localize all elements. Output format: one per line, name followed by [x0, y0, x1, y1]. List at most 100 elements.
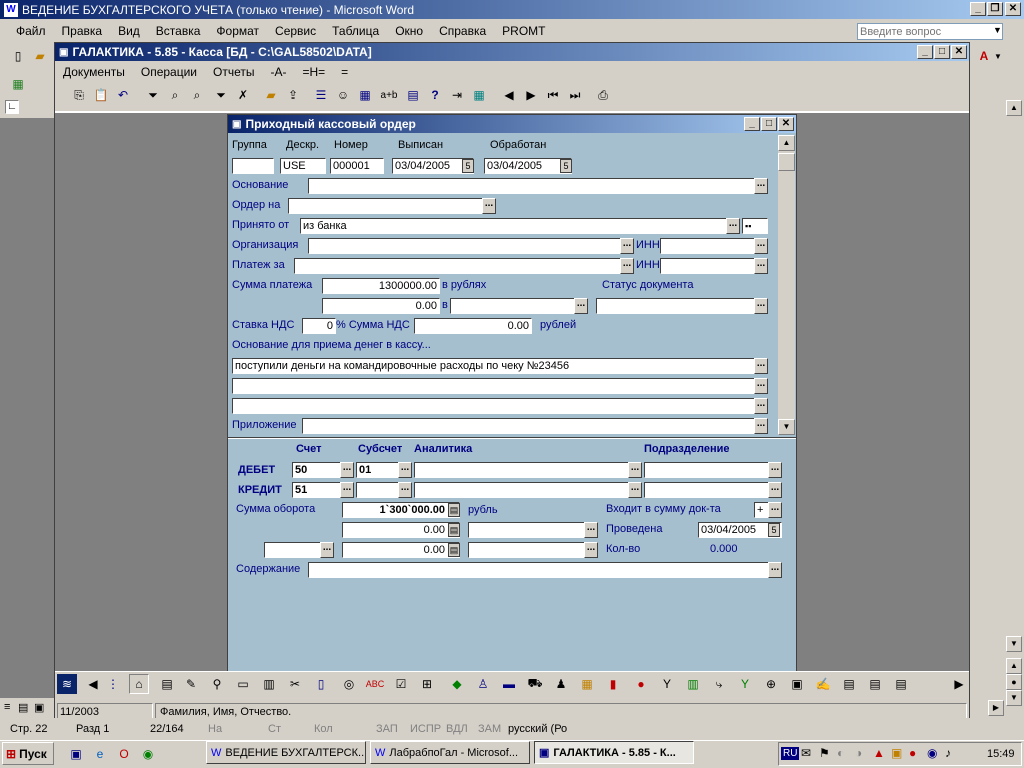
web-view-icon[interactable]: ▤	[18, 701, 28, 714]
menu-window[interactable]: Окно	[387, 24, 431, 38]
first-record-icon[interactable]: ⏮	[543, 85, 563, 105]
order-scroll-down-icon[interactable]: ▼	[778, 419, 795, 435]
org-chart-icon[interactable]: ⊞	[417, 674, 437, 694]
binder-icon[interactable]: ▯	[311, 674, 331, 694]
tray-icon-1[interactable]: ✉	[801, 746, 811, 760]
menu-view[interactable]: Вид	[110, 24, 148, 38]
restore-button[interactable]: ❐	[987, 2, 1003, 16]
scroll-right-icon[interactable]: ▶	[988, 700, 1004, 716]
menu-table[interactable]: Таблица	[324, 24, 387, 38]
menu-promt[interactable]: PROMT	[494, 24, 553, 38]
smile-icon[interactable]: ☺	[333, 85, 353, 105]
menu-a[interactable]: -A-	[262, 65, 294, 79]
vat-rate-field[interactable]: 0	[302, 318, 336, 334]
book-icon[interactable]: ◆	[447, 674, 467, 694]
tray-icon-4[interactable]: ◑	[855, 746, 862, 760]
exit-icon[interactable]: ⇥	[447, 85, 467, 105]
order-scrollbar[interactable]: ▲ ▼	[778, 135, 795, 435]
payment-for-lookup-button[interactable]: ...	[620, 258, 634, 274]
galaktika-restore-button[interactable]: □	[934, 45, 950, 59]
start-button[interactable]: ⊞ Пуск	[2, 742, 54, 765]
find-icon[interactable]: ⌕	[165, 85, 185, 105]
nav-right-icon[interactable]: ▶	[949, 674, 969, 694]
processed-field[interactable]: 03/04/2005	[484, 158, 572, 174]
order-icon[interactable]: ▣	[232, 119, 241, 130]
cash-basis-lookup-3[interactable]: ...	[754, 398, 768, 414]
undo-icon[interactable]: ↶	[113, 85, 133, 105]
organization-lookup-button[interactable]: ...	[620, 238, 634, 254]
inn-lookup-button-2[interactable]: ...	[754, 258, 768, 274]
find-next-icon[interactable]: ⌕	[187, 85, 207, 105]
task-word-lab[interactable]: W ЛабрабпоГал - Microsof...	[370, 741, 530, 764]
close-button[interactable]: ✕	[1005, 2, 1021, 16]
menu-operations[interactable]: Операции	[133, 65, 205, 79]
list-icon[interactable]: ☰	[311, 85, 331, 105]
task-word-main[interactable]: W ВЕДЕНИЕ БУХГАЛТЕРСК...	[206, 741, 366, 764]
attachment-lookup-button[interactable]: ...	[754, 418, 768, 434]
select-browse-icon[interactable]: ●	[1006, 674, 1022, 690]
table-icon[interactable]: ▦	[469, 85, 489, 105]
currency3-field[interactable]	[468, 542, 598, 558]
group-field[interactable]	[232, 158, 274, 174]
home-icon[interactable]: ⌂	[129, 674, 149, 694]
turnover2-calc-icon[interactable]: ▤	[448, 523, 460, 537]
truck-icon[interactable]: ▬	[499, 674, 519, 694]
order-to-field[interactable]	[288, 198, 496, 214]
print-icon[interactable]: ⎙	[593, 85, 613, 105]
form-icon[interactable]: ▭	[233, 674, 253, 694]
help-icon[interactable]: ?	[425, 85, 445, 105]
cash-basis-lookup-2[interactable]: ...	[754, 378, 768, 394]
word-vertical-scrollbar[interactable]: ▲ ▼ ▲ ● ▼	[1004, 98, 1024, 718]
ab-icon[interactable]: a+b	[379, 85, 399, 105]
open-folder-icon[interactable]: ▰	[30, 46, 50, 66]
tray-icon-8[interactable]: ◉	[927, 746, 937, 760]
help-search-input[interactable]	[857, 23, 1003, 40]
currency-field[interactable]	[450, 298, 588, 314]
cashbook-icon[interactable]: ▤	[839, 674, 859, 694]
tree-icon[interactable]: ⋮	[103, 674, 123, 694]
order-restore-button[interactable]: □	[761, 117, 777, 131]
payment-sum-field[interactable]: 1300000.00	[322, 278, 440, 294]
credit-division-lookup[interactable]: ...	[768, 482, 782, 498]
currency-lookup-button[interactable]: ...	[574, 298, 588, 314]
register-icon[interactable]: ▤	[891, 674, 911, 694]
debit-division-field[interactable]	[644, 462, 782, 478]
new-doc-icon[interactable]: ▯	[8, 46, 28, 66]
basis-lookup-button[interactable]: ...	[754, 178, 768, 194]
received-from-field[interactable]: из банка	[300, 218, 740, 234]
payment-sum2-field[interactable]: 0.00	[322, 298, 440, 314]
turnover-calc-icon[interactable]: ▤	[448, 503, 460, 517]
credit-analytics-field[interactable]	[414, 482, 640, 498]
inn-lookup-button-1[interactable]: ...	[754, 238, 768, 254]
ledger-icon[interactable]: ▤	[865, 674, 885, 694]
doc-status-lookup-button[interactable]: ...	[754, 298, 768, 314]
next-record-icon[interactable]: ▶	[521, 85, 541, 105]
font-color-dropdown-icon[interactable]: ▼	[994, 52, 1002, 61]
copy-icon[interactable]: ⎘	[69, 85, 89, 105]
tray-icon-2[interactable]: ⚑	[819, 746, 830, 760]
descr-field[interactable]: USE	[280, 158, 326, 174]
globe-icon[interactable]: ●	[631, 674, 651, 694]
menu-reports[interactable]: Отчеты	[205, 65, 262, 79]
filter-icon[interactable]: ⏷	[143, 85, 163, 105]
credit-division-field[interactable]	[644, 482, 782, 498]
galaktika-close-button[interactable]: ✕	[951, 45, 967, 59]
module-switch-icon[interactable]: ≋	[57, 674, 77, 694]
filter-set-icon[interactable]: ⏷	[211, 85, 231, 105]
volume-icon[interactable]: ♪	[945, 746, 951, 760]
scroll-down-icon[interactable]: ▼	[1006, 636, 1022, 652]
tab-stop-icon[interactable]: ∟	[5, 100, 19, 114]
credit-account-lookup[interactable]: ...	[340, 482, 354, 498]
menu-documents[interactable]: Документы	[55, 65, 133, 79]
turnover-field[interactable]: 1`300`000.00	[342, 502, 460, 518]
prev-record-icon[interactable]: ◀	[499, 85, 519, 105]
credit-sub-lookup[interactable]: ...	[398, 482, 412, 498]
print-view-icon[interactable]: ▣	[34, 701, 44, 714]
tray-icon-3[interactable]: ◐	[837, 746, 844, 760]
nav-left-icon[interactable]: ◀	[83, 674, 103, 694]
received-from-lookup-button[interactable]: ...	[726, 218, 740, 234]
attachment-field[interactable]	[302, 418, 768, 434]
turnover3-field[interactable]: 0.00	[342, 542, 460, 558]
menu-edit[interactable]: Правка	[54, 24, 111, 38]
cash-basis-field-2[interactable]	[232, 378, 768, 394]
